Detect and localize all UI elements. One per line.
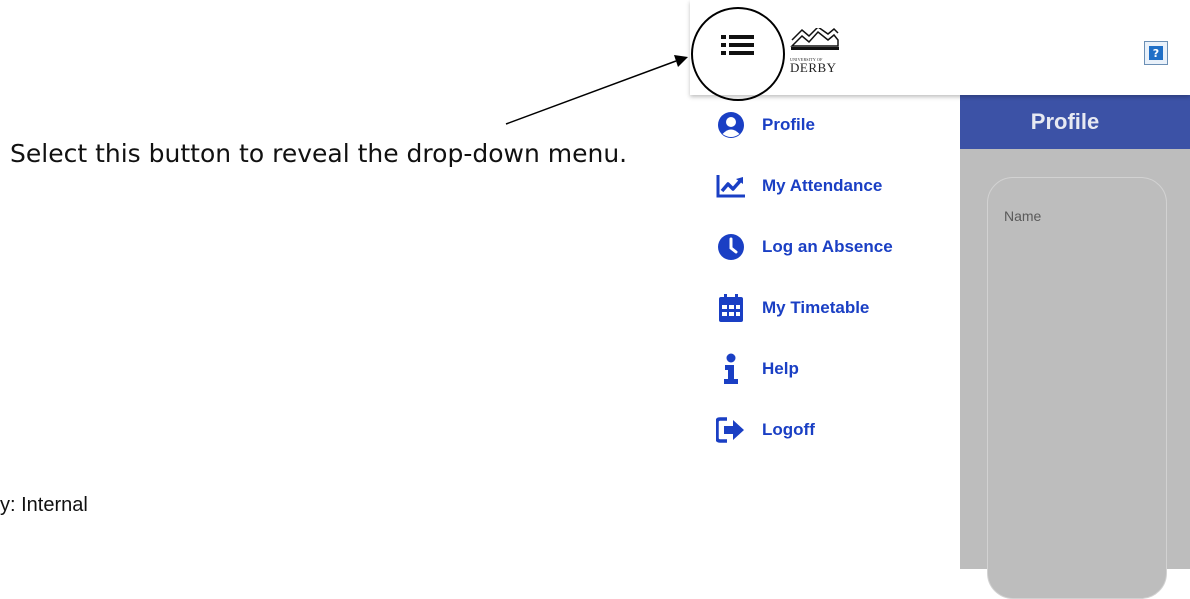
instruction-text: Select this button to reveal the drop-do…: [10, 139, 628, 168]
sidebar-item-log-absence[interactable]: Log an Absence: [716, 227, 893, 267]
sidebar-item-label: Profile: [762, 115, 815, 134]
page-title: Profile: [1030, 109, 1100, 134]
main-content: Profile Name: [960, 95, 1190, 599]
sidebar-item-label: Help: [762, 359, 799, 378]
sidebar-item-timetable[interactable]: My Timetable: [716, 288, 869, 328]
sign-out-icon: [716, 412, 746, 448]
sidebar-item-label: My Attendance: [762, 176, 883, 195]
question-icon: ?: [1149, 46, 1163, 60]
user-circle-icon: [716, 107, 746, 143]
menu-toggle-button[interactable]: [690, 10, 786, 80]
info-icon: [716, 351, 746, 387]
chart-line-icon: [716, 168, 746, 204]
sidebar-menu: Profile My Attendance Log an Absence My …: [690, 95, 960, 569]
sidebar-item-profile[interactable]: Profile: [716, 105, 815, 145]
pointer-arrow-head: [674, 55, 688, 67]
logo-big-text: DERBY: [790, 60, 837, 75]
app-header: UNIVERSITY OF DERBY ?: [690, 0, 1190, 95]
sidebar-item-logoff[interactable]: Logoff: [716, 410, 815, 450]
help-button[interactable]: ?: [1144, 41, 1168, 65]
profile-card: Name: [987, 177, 1167, 599]
mountain-logo-icon: [790, 26, 839, 50]
classification-label: y: Internal: [0, 494, 88, 516]
sidebar-item-attendance[interactable]: My Attendance: [716, 166, 882, 206]
clock-icon: [716, 229, 746, 265]
name-field-label: Name: [1004, 208, 1042, 224]
sidebar-item-label: My Timetable: [762, 298, 870, 317]
sidebar-item-label: Logoff: [762, 420, 815, 439]
sidebar-item-help[interactable]: Help: [716, 349, 799, 389]
page-header: Profile: [960, 95, 1190, 149]
sidebar-item-label: Log an Absence: [762, 237, 893, 256]
university-logo: UNIVERSITY OF DERBY: [790, 26, 842, 76]
calendar-icon: [716, 290, 746, 326]
list-icon: [721, 35, 754, 55]
pointer-arrow-line: [505, 60, 677, 125]
